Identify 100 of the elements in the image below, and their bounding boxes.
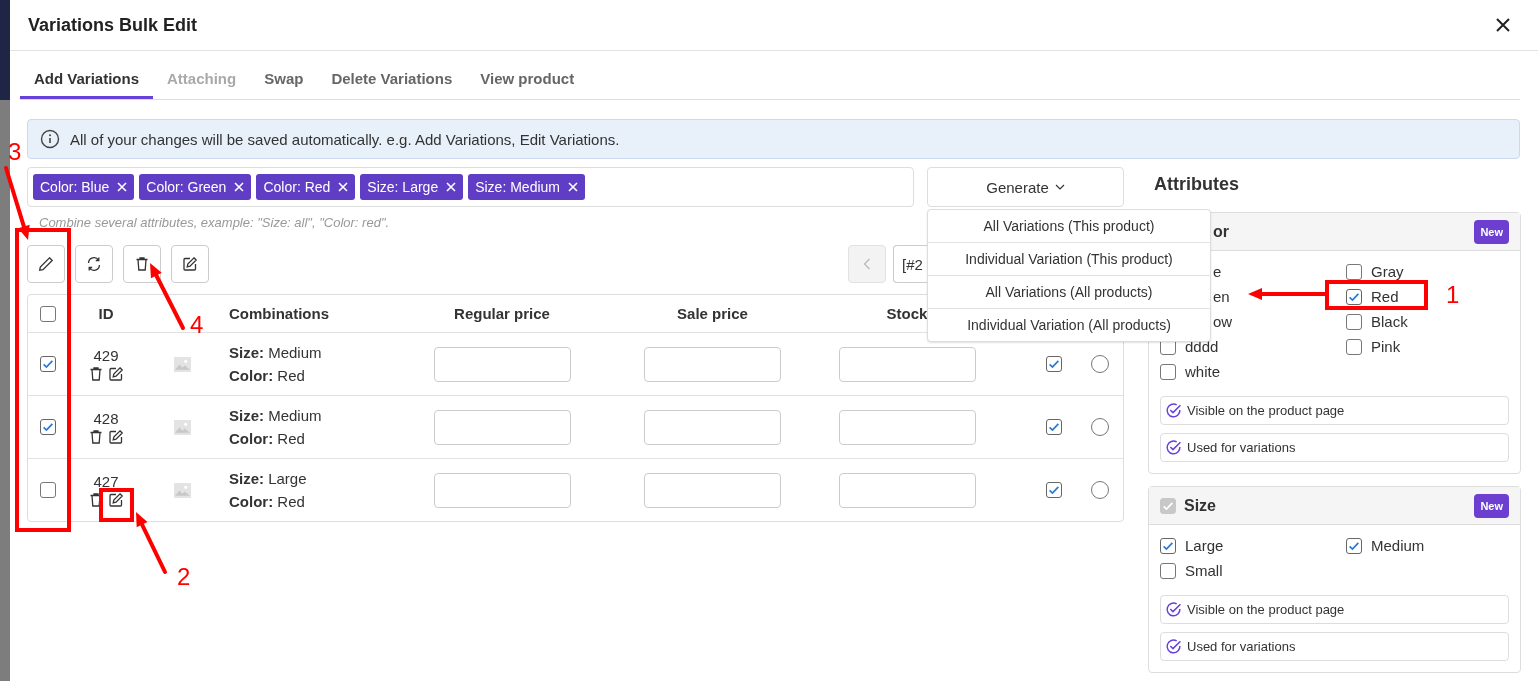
variation-id: 427 — [93, 472, 119, 490]
trash-icon[interactable] — [134, 256, 150, 272]
delete-button[interactable] — [123, 245, 161, 283]
option-label: dddd — [1185, 338, 1219, 355]
combination-text: Color: Red — [229, 493, 306, 510]
column-header: ID — [97, 305, 115, 322]
attribute-name: or — [1212, 222, 1230, 241]
menu-item[interactable]: All Variations (All products) — [928, 275, 1210, 308]
check-circle-icon — [1165, 402, 1182, 419]
radio-button[interactable] — [1090, 481, 1109, 499]
trash-icon[interactable] — [88, 428, 104, 445]
new-badge: New — [1474, 219, 1509, 244]
option-label: ow — [1213, 313, 1233, 330]
checkbox[interactable] — [1346, 288, 1362, 305]
price-input[interactable] — [433, 346, 571, 382]
edit-icon[interactable] — [182, 256, 198, 272]
tag-input[interactable]: Color: Blue Color: Green Color: Red Size: Large Size: Medium — [27, 167, 914, 207]
edit-button[interactable] — [27, 245, 65, 283]
stock-input[interactable] — [838, 409, 976, 445]
price-input[interactable] — [433, 472, 571, 508]
option-label: en — [1213, 288, 1230, 305]
flag-label: Visible on the product page — [1187, 403, 1345, 418]
stock-input[interactable] — [838, 346, 976, 382]
tab[interactable]: Add Variations — [20, 60, 154, 99]
radio-button[interactable] — [1090, 355, 1109, 373]
close-icon[interactable] — [1496, 18, 1510, 32]
combination-text: Color: Red — [229, 367, 306, 384]
refresh-button[interactable] — [75, 245, 113, 283]
annotation-box — [99, 488, 134, 522]
attribute-flag[interactable]: Used for variations — [1160, 433, 1509, 462]
flag-label: Used for variations — [1187, 440, 1296, 455]
price-input[interactable] — [644, 472, 781, 508]
check-circle-icon — [1165, 601, 1182, 618]
hint-text: Combine several attributes, example: "Size: all", "Color: red". — [39, 215, 390, 230]
remove-icon[interactable] — [446, 182, 457, 192]
check-circle-icon — [1165, 638, 1182, 655]
option-label: Red — [1371, 288, 1399, 305]
chevron-left-icon — [863, 258, 871, 270]
checkbox[interactable] — [40, 305, 56, 322]
checkbox[interactable] — [1346, 338, 1362, 355]
column-header: Combinations — [228, 305, 330, 322]
annotation-arrow — [136, 512, 167, 574]
combination-text: Size: Medium — [229, 344, 323, 361]
section-title: Attributes — [1153, 172, 1240, 196]
remove-icon[interactable] — [117, 182, 128, 192]
notice-text: All of your changes will be saved automatically. e.g. Add Variations, Edit Variations. — [70, 130, 620, 148]
caret-icon — [1054, 184, 1065, 190]
price-input[interactable] — [644, 409, 781, 445]
price-input[interactable] — [644, 346, 781, 382]
price-input[interactable] — [433, 409, 571, 445]
page-select[interactable]: [#2 — [893, 245, 927, 283]
flag-label: Visible on the product page — [1187, 602, 1345, 617]
tag-label: Size: Medium — [475, 179, 560, 195]
pencil-icon — [38, 256, 54, 272]
edit-icon[interactable] — [108, 365, 124, 382]
annotation-arrow — [150, 263, 185, 330]
option-label: Large — [1185, 537, 1224, 554]
flag-label: Used for variations — [1187, 639, 1296, 654]
menu-item[interactable]: Individual Variation (This product) — [928, 242, 1210, 275]
option-label: Gray — [1371, 263, 1404, 280]
refresh-icon — [86, 256, 102, 272]
checkbox[interactable] — [40, 419, 56, 435]
annotation-number: 1 — [1446, 281, 1460, 308]
option-label: Pink — [1371, 338, 1401, 355]
attribute-name: Size — [1184, 496, 1217, 515]
option-label: Small — [1185, 562, 1223, 579]
remove-icon[interactable] — [338, 182, 349, 192]
column-header: Sale price — [676, 305, 749, 322]
column-header: Regular price — [453, 305, 551, 322]
check-circle-icon — [1165, 439, 1182, 456]
trash-icon[interactable] — [88, 365, 104, 382]
tab[interactable]: Swap — [250, 60, 318, 99]
tag-label: Color: Blue — [40, 179, 110, 195]
tab[interactable]: View product — [466, 60, 589, 99]
checkbox[interactable] — [1346, 263, 1362, 280]
bulk-edit-button[interactable] — [171, 245, 209, 283]
annotation-number: 4 — [190, 311, 204, 338]
attribute-flag[interactable]: Visible on the product page — [1160, 396, 1509, 425]
remove-icon[interactable] — [234, 182, 245, 192]
tag-label: Color: Red — [263, 179, 331, 195]
edit-icon[interactable] — [108, 428, 124, 445]
tag-label: Size: Large — [367, 179, 439, 195]
menu-item[interactable]: All Variations (This product) — [928, 210, 1210, 242]
checkbox[interactable] — [1045, 482, 1062, 498]
checkbox[interactable] — [1045, 356, 1062, 372]
variation-id: 428 — [93, 409, 119, 427]
radio-button[interactable] — [1090, 418, 1109, 436]
checkbox[interactable] — [1045, 419, 1062, 435]
generate-button[interactable]: Generate — [927, 167, 1124, 207]
stock-input[interactable] — [838, 472, 976, 508]
checkbox[interactable] — [40, 356, 56, 372]
checkbox[interactable] — [40, 482, 56, 498]
remove-icon[interactable] — [568, 182, 578, 192]
option-label: Black — [1371, 313, 1408, 330]
menu-item[interactable]: Individual Variation (All products) — [928, 308, 1210, 341]
edit-icon[interactable] — [108, 491, 124, 508]
combination-text: Color: Red — [229, 430, 306, 447]
checkbox[interactable] — [1346, 313, 1362, 330]
checkbox[interactable] — [1160, 363, 1176, 380]
tab[interactable]: Delete Variations — [317, 60, 467, 99]
